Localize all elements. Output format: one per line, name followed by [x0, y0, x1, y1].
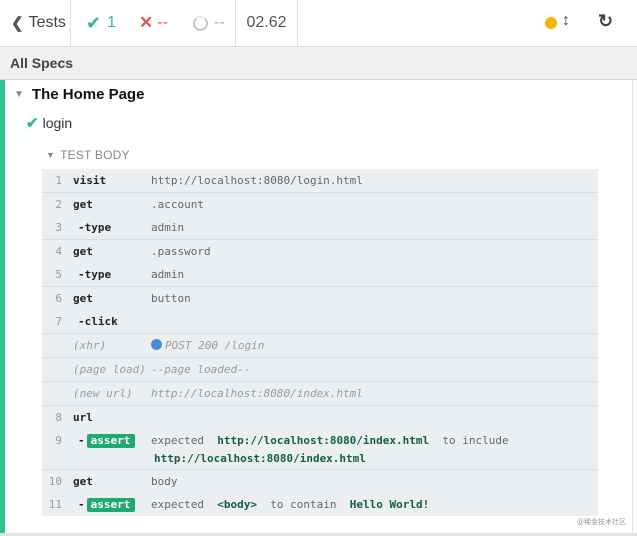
command-number: 8: [55, 411, 62, 424]
command-number: 6: [55, 292, 62, 305]
assert-value: http://localhost:8080/index.html: [217, 434, 430, 447]
assert-expected: expected: [151, 434, 204, 447]
up-down-arrow-icon[interactable]: ↕: [562, 12, 570, 30]
command-message: body: [151, 475, 178, 488]
command-name: -type: [78, 268, 112, 281]
collapse-triangle-icon: ▼: [46, 150, 56, 160]
event-name: (new url): [73, 387, 133, 400]
command-message: .account: [151, 198, 204, 211]
command-number: 1: [55, 174, 62, 187]
check-icon: ✔: [26, 115, 39, 132]
assert-label: - assert: [78, 434, 136, 448]
command-name: url: [73, 411, 93, 424]
assert-target: http://localhost:8080/index.html: [154, 452, 366, 465]
command-divider: [42, 333, 598, 334]
assert-message: expected http://localhost:8080/index.htm…: [151, 434, 509, 447]
spinner-icon: [193, 15, 208, 31]
assert-badge: assert: [86, 434, 136, 448]
command-number: 5: [55, 268, 62, 281]
assert-label: - assert: [78, 498, 136, 512]
assert-value: <body>: [217, 498, 257, 511]
passed-count[interactable]: ✔ 1: [86, 0, 116, 46]
command-name: -click: [78, 315, 118, 328]
event-name: (page load): [73, 363, 146, 376]
command-message: admin: [151, 221, 185, 234]
command-divider: [42, 192, 598, 193]
command-divider: [42, 405, 598, 406]
command-divider: [42, 286, 598, 287]
command-name: visit: [73, 174, 107, 187]
all-specs-header[interactable]: All Specs: [0, 47, 637, 80]
check-icon: ✔: [86, 12, 102, 33]
command-number: 10: [48, 475, 62, 488]
panel-edge: [632, 80, 633, 536]
assert-target: Hello World!: [349, 498, 430, 511]
back-label: Tests: [28, 14, 66, 31]
xhr-status-dot-icon: [151, 339, 162, 350]
assert-badge: assert: [86, 498, 136, 512]
command-name: get: [73, 292, 93, 305]
chevron-left-icon: ❮: [11, 15, 24, 32]
assert-expected: expected: [151, 498, 204, 511]
collapse-triangle-icon: ▼: [14, 89, 24, 100]
command-name: get: [73, 245, 93, 258]
assert-message: expected <body> to contain Hello World!: [151, 498, 429, 511]
command-number: 3: [55, 221, 62, 234]
command-number: 7: [55, 315, 62, 328]
command-name: -type: [78, 221, 112, 234]
command-message: .password: [151, 245, 211, 258]
toolbar-divider: [70, 0, 71, 46]
back-to-tests-button[interactable]: ❮ Tests: [0, 0, 70, 46]
command-log: 1 visit http://localhost:8080/login.html…: [42, 169, 598, 516]
event-name: (xhr): [73, 339, 107, 352]
duration-display: 02.62: [246, 14, 287, 31]
reporter-toolbar: ❮ Tests ✔ 1 ✕ -- -- 02.62 ↕ ↻: [0, 0, 637, 47]
command-number: 2: [55, 198, 62, 211]
test-body-section-header[interactable]: ▼ TEST BODY: [46, 148, 130, 162]
command-message: admin: [151, 268, 185, 281]
toolbar-divider: [297, 0, 298, 46]
assert-message: http://localhost:8080/index.html: [154, 452, 366, 465]
command-number: 11: [48, 498, 62, 511]
failed-count[interactable]: ✕ --: [139, 0, 168, 46]
command-number: 4: [55, 245, 62, 258]
failed-count-value: --: [157, 14, 168, 31]
command-message: http://localhost:8080/login.html: [151, 174, 363, 187]
x-icon: ✕: [139, 13, 154, 32]
watermark: @稀金技术社区: [577, 518, 626, 526]
suite-title-text: The Home Page: [31, 86, 145, 103]
command-divider: [42, 239, 598, 240]
assert-verb: to include: [442, 434, 509, 447]
command-name: get: [73, 198, 93, 211]
section-title-text: TEST BODY: [60, 148, 130, 162]
pending-count-value: --: [214, 14, 225, 31]
command-message: button: [151, 292, 191, 305]
suite-title[interactable]: ▼ The Home Page: [14, 86, 144, 103]
status-dot-icon: [545, 17, 557, 29]
event-message: http://localhost:8080/index.html: [151, 387, 363, 400]
event-message: POST 200 /login: [151, 339, 264, 352]
test-title-text: login: [42, 115, 73, 131]
command-name: get: [73, 475, 93, 488]
command-number: 9: [55, 434, 62, 447]
test-title[interactable]: ✔ login: [26, 114, 72, 132]
command-divider: [42, 381, 598, 382]
reload-icon[interactable]: ↻: [598, 11, 613, 32]
assert-verb: to contain: [270, 498, 337, 511]
command-divider: [42, 357, 598, 358]
pending-count[interactable]: --: [193, 0, 225, 46]
command-divider: [42, 469, 598, 470]
event-message: --page loaded--: [151, 363, 251, 376]
suite-status-bar: [0, 80, 5, 535]
xhr-message-text: POST 200 /login: [165, 339, 265, 352]
passed-count-value: 1: [107, 14, 116, 31]
